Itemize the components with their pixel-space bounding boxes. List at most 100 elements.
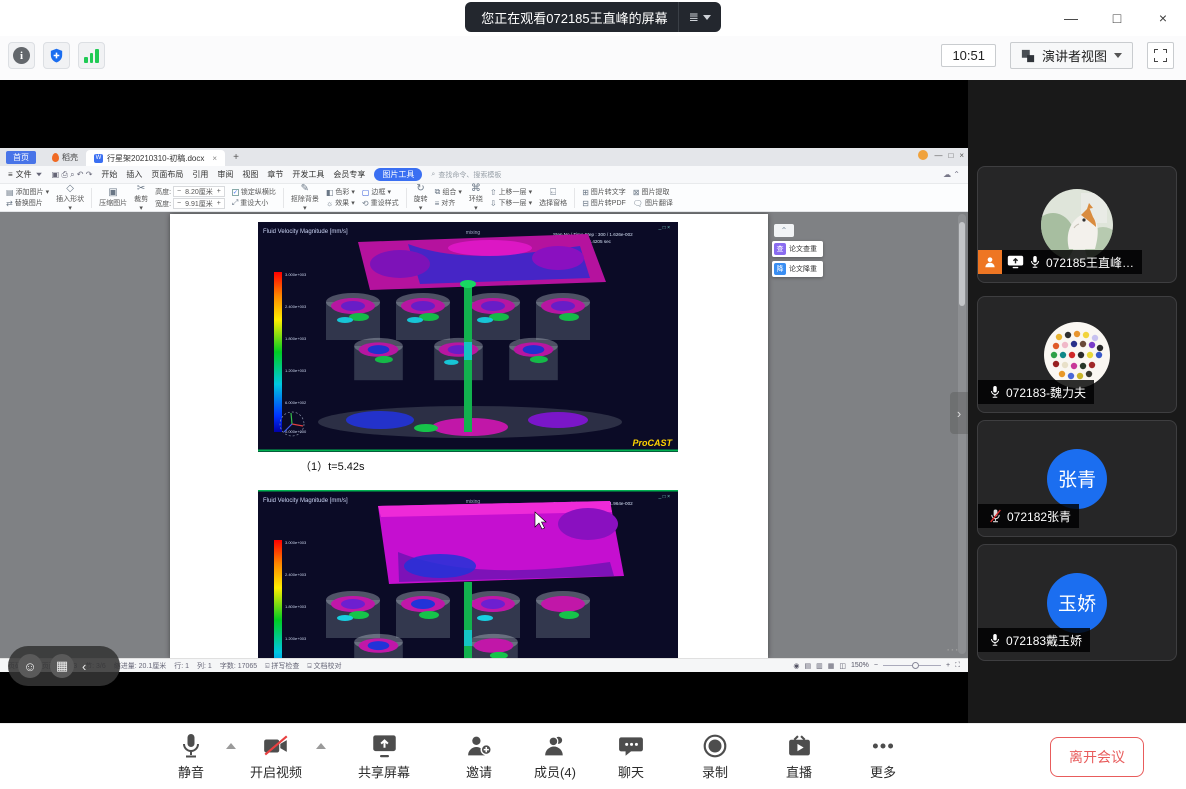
wps-minimize-icon[interactable]: —	[934, 151, 942, 160]
zoom-slider[interactable]	[883, 665, 941, 666]
view-mode-selector[interactable]: 演讲者视图	[1010, 42, 1133, 69]
minus-icon[interactable]: −	[177, 200, 181, 207]
proofread-button[interactable]: ⍈ 文档校对	[307, 661, 341, 671]
zoom-level[interactable]: 150%	[851, 662, 869, 669]
view-page-icon[interactable]: ▤	[805, 662, 812, 670]
plus-icon[interactable]: +	[217, 200, 221, 207]
zoom-slider-knob[interactable]	[912, 662, 919, 669]
plus-icon[interactable]: +	[217, 188, 221, 195]
menu-section[interactable]: 章节	[267, 169, 283, 180]
image-extract-button[interactable]: ⊠图片提取	[633, 187, 673, 197]
rotate-button[interactable]: ↻旋转▾	[414, 184, 428, 212]
live-stream-button[interactable]: 直播	[768, 733, 830, 781]
new-tab-button[interactable]: +	[233, 152, 239, 163]
compress-image-button[interactable]: ▣压缩图片	[99, 188, 127, 208]
leave-meeting-button[interactable]: 离开会议	[1050, 737, 1144, 777]
wps-account-avatar[interactable]	[918, 150, 928, 160]
sidebar-collapse-handle[interactable]: ›	[950, 392, 968, 434]
view-web-icon[interactable]: ▥	[816, 662, 823, 670]
wps-store-tab[interactable]: 稻壳	[44, 151, 86, 164]
chat-button[interactable]: 聊天	[600, 733, 662, 781]
color-button[interactable]: ◧色彩▾	[326, 187, 355, 197]
image-to-pdf-button[interactable]: ⊟图片转PDF	[582, 198, 626, 208]
fullscreen-button[interactable]	[1147, 42, 1174, 69]
reset-size-button[interactable]: ⤢重设大小	[232, 198, 276, 208]
mic-options-caret[interactable]	[226, 743, 236, 749]
file-menu[interactable]: ≡ 文件	[8, 169, 43, 180]
menu-member[interactable]: 会员专享	[333, 169, 365, 180]
picture-tools-tab[interactable]: 图片工具	[374, 168, 422, 181]
spell-check-button[interactable]: ⍇ 拼写检查	[265, 661, 299, 671]
wps-close-icon[interactable]: ×	[959, 151, 964, 160]
height-stepper[interactable]: 高度:−8.20厘米+	[155, 186, 225, 197]
invite-button[interactable]: 邀请	[448, 733, 510, 781]
menu-review[interactable]: 审阅	[217, 169, 233, 180]
command-search[interactable]: ⌕ 查找命令、搜索模板	[431, 170, 501, 180]
procast-simulation-image-2[interactable]: _ □ × Fluid Velocity Magnitude [mm/s] mi…	[258, 490, 678, 658]
collapse-overlay-icon[interactable]: ‹	[82, 659, 86, 674]
dial-pad-button[interactable]: ▦	[50, 654, 74, 678]
minus-icon[interactable]: −	[177, 188, 181, 195]
share-screen-button[interactable]: 共享屏幕	[344, 733, 424, 781]
participant-tile[interactable]: 072183-魏力夫	[977, 296, 1177, 413]
paper-check-button[interactable]: 查论文查重	[772, 241, 823, 257]
menu-page-layout[interactable]: 页面布局	[151, 169, 183, 180]
quick-access-toolbar[interactable]: ▣ ⎙ ⌕ ↶ ↷	[52, 170, 93, 180]
participant-tile[interactable]: 玉娇 072183戴玉娇	[977, 544, 1177, 661]
view-outline-icon[interactable]: ▦	[828, 662, 835, 670]
banner-menu-button[interactable]: ≣	[678, 2, 721, 32]
image-to-text-button[interactable]: ⊞图片转文字	[582, 187, 626, 197]
more-overlay-icon[interactable]: ⋯	[946, 642, 960, 658]
send-backward-button[interactable]: ⇩下移一层▾	[490, 198, 532, 208]
members-button[interactable]: 成员(4)	[524, 733, 586, 781]
menu-bar-right-icons[interactable]: ☁ ⌃	[943, 170, 960, 179]
document-scrollbar[interactable]	[958, 214, 966, 654]
menu-references[interactable]: 引用	[192, 169, 208, 180]
close-button[interactable]: ×	[1140, 0, 1186, 36]
mute-button[interactable]: 静音	[160, 733, 222, 781]
group-button[interactable]: ⧉组合▾	[435, 187, 462, 197]
selection-pane-button[interactable]: ⍇选择窗格	[539, 188, 567, 208]
insert-shape-button[interactable]: ◇插入形状▾	[56, 184, 84, 212]
menu-start[interactable]: 开始	[101, 169, 117, 180]
reset-style-button[interactable]: ⟲重设样式	[362, 198, 399, 208]
start-video-button[interactable]: 开启视频	[240, 733, 312, 781]
crop-button[interactable]: ✂裁剪▾	[134, 184, 148, 212]
emoji-reaction-button[interactable]: ☺	[18, 654, 42, 678]
network-quality-button[interactable]	[78, 42, 105, 69]
paper-reduce-button[interactable]: 降论文降重	[772, 261, 823, 277]
menu-insert[interactable]: 插入	[126, 169, 142, 180]
security-button[interactable]	[43, 42, 70, 69]
procast-simulation-image-1[interactable]: _ □ × Fluid Velocity Magnitude [mm/s] mi…	[258, 222, 678, 452]
participant-tile[interactable]: 072185王直峰…	[977, 166, 1177, 283]
maximize-button[interactable]: □	[1094, 0, 1140, 36]
menu-view[interactable]: 视图	[242, 169, 258, 180]
participant-tile[interactable]: 张青 072182张青	[977, 420, 1177, 537]
add-image-button[interactable]: ▤添加图片▾	[6, 187, 49, 197]
close-tab-icon[interactable]: ×	[212, 154, 217, 163]
wps-document-tab[interactable]: W 行星架20210310-初稿.docx ×	[86, 150, 225, 166]
more-button[interactable]: 更多	[852, 733, 914, 781]
readonly-eye-icon[interactable]: ◉	[793, 662, 799, 670]
align-button[interactable]: ≡对齐	[435, 198, 462, 208]
wps-restore-icon[interactable]: □	[948, 151, 953, 160]
video-options-caret[interactable]	[316, 743, 326, 749]
effect-button[interactable]: ☼效果▾	[326, 198, 355, 208]
document-canvas[interactable]: _ □ × Fluid Velocity Magnitude [mm/s] mi…	[0, 212, 968, 658]
wrap-button[interactable]: ⌘环绕▾	[469, 184, 483, 212]
document-page[interactable]: _ □ × Fluid Velocity Magnitude [mm/s] mi…	[170, 214, 768, 658]
minimize-button[interactable]: —	[1048, 0, 1094, 36]
collapse-panel-button[interactable]: ⌃	[774, 224, 794, 237]
wps-home-tab[interactable]: 首页	[6, 151, 36, 164]
replace-image-button[interactable]: ⇄替换图片	[6, 198, 49, 208]
lock-aspect-checkbox[interactable]: ✓锁定纵横比	[232, 187, 276, 197]
image-translate-button[interactable]: 🗨图片翻译	[633, 198, 673, 208]
fit-page-icon[interactable]: ⛶	[955, 662, 960, 670]
border-button[interactable]: ▢边框▾	[362, 187, 399, 197]
meeting-info-button[interactable]: i	[8, 42, 35, 69]
bring-forward-button[interactable]: ⇧上移一层▾	[490, 187, 532, 197]
scrollbar-thumb[interactable]	[959, 222, 965, 306]
view-read-icon[interactable]: ◫	[839, 662, 846, 670]
zoom-in-button[interactable]: +	[946, 662, 950, 669]
width-stepper[interactable]: 宽度:−9.91厘米+	[155, 198, 225, 209]
